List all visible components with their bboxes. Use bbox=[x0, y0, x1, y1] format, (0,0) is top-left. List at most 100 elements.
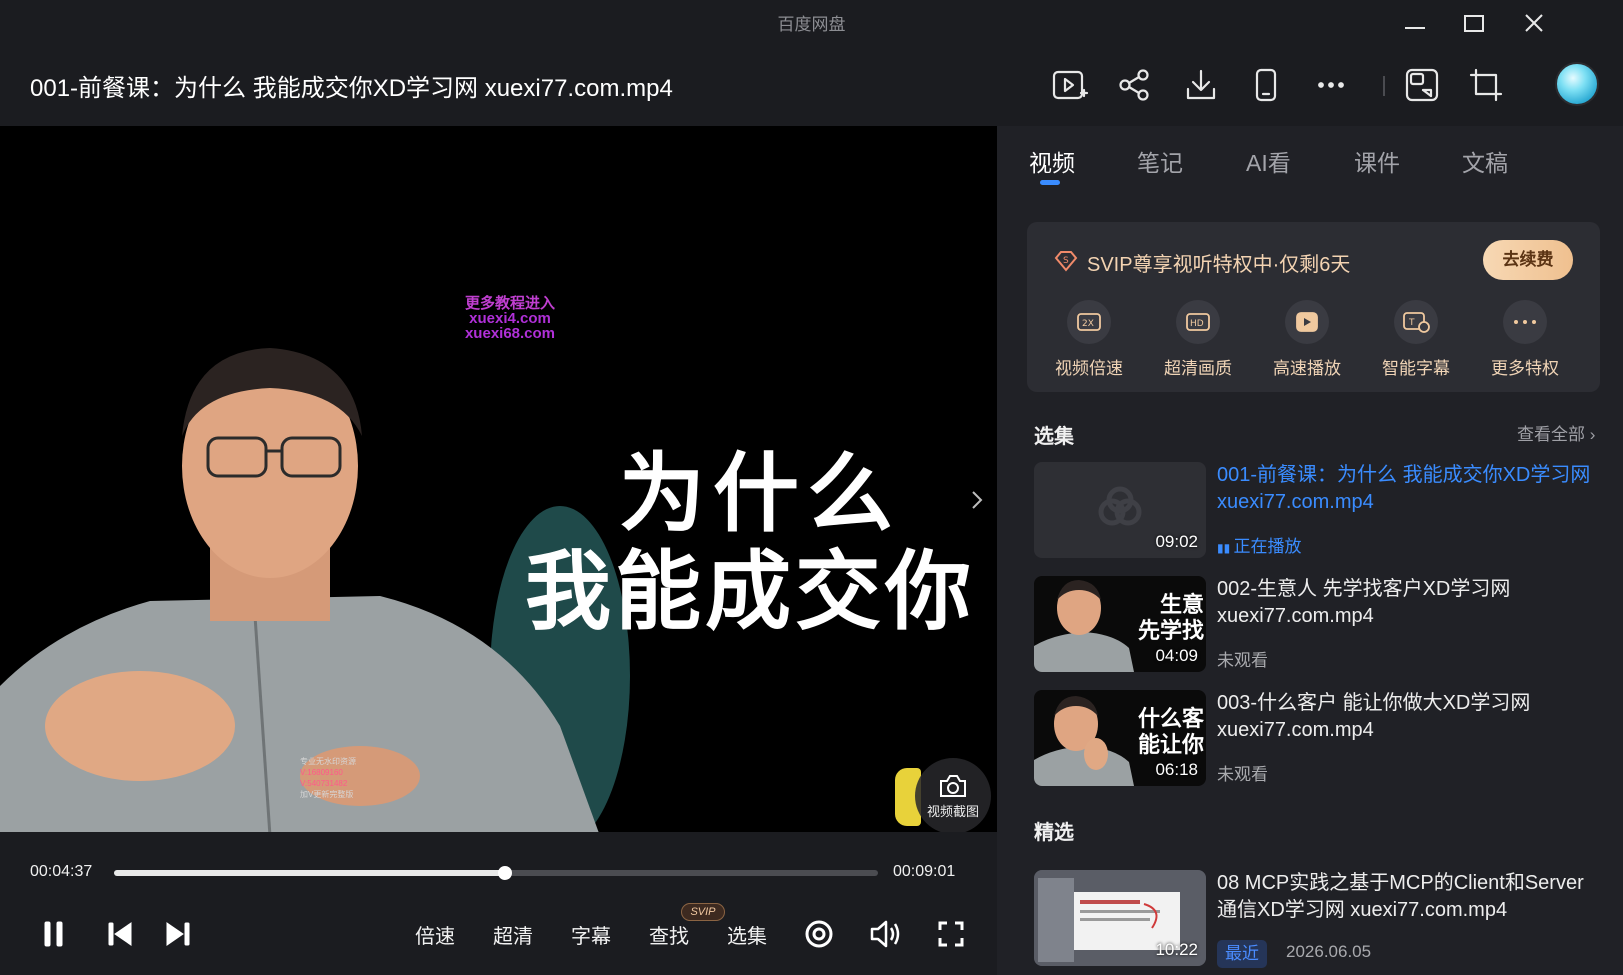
progress-handle[interactable] bbox=[498, 866, 513, 880]
featured-section-title: 精选 bbox=[1034, 822, 1074, 844]
progress-fill bbox=[114, 870, 506, 876]
next-button[interactable] bbox=[158, 914, 198, 954]
small-watermark-line: 专业无水印资源 bbox=[300, 757, 356, 766]
watermark-line: 更多教程进入 bbox=[464, 295, 555, 312]
close-button[interactable] bbox=[1512, 6, 1556, 40]
skip-previous-icon bbox=[108, 922, 132, 946]
speed-button[interactable]: 倍速 bbox=[415, 920, 455, 949]
episode-status: 未观看 bbox=[1217, 765, 1268, 784]
speed-2x-icon: 2X bbox=[1077, 313, 1101, 331]
svg-text:S: S bbox=[1063, 256, 1069, 266]
mini-window-button[interactable] bbox=[1463, 62, 1509, 108]
share-button[interactable] bbox=[1112, 62, 1158, 108]
pause-button[interactable] bbox=[34, 914, 74, 954]
perk-more[interactable]: 更多特权 bbox=[1469, 300, 1581, 379]
perk-hd[interactable]: HD 超清画质 bbox=[1142, 300, 1254, 379]
episode-status-label: 正在播放 bbox=[1233, 537, 1302, 556]
volume-button[interactable] bbox=[865, 914, 905, 954]
episode-thumbnail: 09:02 bbox=[1034, 462, 1206, 558]
episode-title: 002-生意人 先学找客户XD学习网 xuexi77.com.mp4 bbox=[1217, 578, 1511, 627]
tab-transcript[interactable]: 文稿 bbox=[1462, 144, 1508, 178]
perk-icon-wrap bbox=[1285, 300, 1329, 344]
view-all-link[interactable]: 查看全部 › bbox=[1517, 420, 1595, 445]
smart-subtitle-icon: T bbox=[1403, 312, 1430, 333]
total-time: 00:09:01 bbox=[893, 863, 956, 880]
perk-speed[interactable]: 2X 视频倍速 bbox=[1033, 300, 1145, 379]
episode-item[interactable]: 09:02 001-前餐课：为什么 我能成交你XD学习网 xuexi77.com… bbox=[1034, 462, 1609, 558]
small-watermark: 专业无水印资源 V:16809160 V:540731482 加V更新完整版 bbox=[300, 756, 356, 800]
video-frame[interactable]: 更多教程进入 xuexi4.com xuexi68.com 专业无水印资源 V:… bbox=[0, 126, 997, 832]
active-tab-indicator bbox=[1040, 180, 1060, 185]
app-name: 百度网盘 bbox=[777, 15, 846, 34]
subtitle-button[interactable]: 字幕 bbox=[571, 920, 611, 949]
episode-item[interactable]: 什么客 能让你 06:18 003-什么客户 能让你做大XD学习网 xuexi77… bbox=[1034, 690, 1609, 786]
svip-badge: SVIP bbox=[681, 903, 725, 921]
featured-date: 2026.06.05 bbox=[1286, 942, 1372, 961]
phone-play-button[interactable] bbox=[1243, 62, 1289, 108]
settings-button[interactable] bbox=[799, 914, 839, 954]
avatar[interactable] bbox=[1555, 62, 1599, 106]
download-button[interactable] bbox=[1178, 62, 1224, 108]
previous-button[interactable] bbox=[100, 914, 140, 954]
header-divider bbox=[1383, 76, 1385, 96]
close-icon bbox=[1525, 14, 1543, 32]
perk-icon-wrap: T bbox=[1394, 300, 1438, 344]
episode-duration: 09:02 bbox=[1155, 532, 1198, 551]
episode-item[interactable]: 生意 先学找 04:09 002-生意人 先学找客户XD学习网 xuexi77.c… bbox=[1034, 576, 1609, 672]
episode-duration: 04:09 bbox=[1155, 646, 1198, 665]
circle-settings-icon bbox=[805, 920, 833, 948]
tab-notes[interactable]: 笔记 bbox=[1137, 144, 1183, 178]
episode-status: 未观看 bbox=[1217, 651, 1268, 670]
perk-label: 视频倍速 bbox=[1055, 359, 1123, 378]
fast-play-icon bbox=[1296, 312, 1318, 332]
episode-title: 003-什么客户 能让你做大XD学习网 xuexi77.com.mp4 bbox=[1217, 692, 1531, 741]
fullscreen-button[interactable] bbox=[931, 914, 971, 954]
svip-diamond-icon: S bbox=[1054, 251, 1078, 272]
side-panel: 视频 笔记 AI看 课件 文稿 S SVIP尊享视听特权中·仅剩6天 去续费 2… bbox=[997, 126, 1623, 975]
perk-icon-wrap: 2X bbox=[1067, 300, 1111, 344]
screenshot-button[interactable]: 视频截图 bbox=[915, 758, 991, 832]
small-watermark-line: V:540731482 bbox=[300, 779, 348, 788]
pip-button[interactable] bbox=[1399, 62, 1445, 108]
expand-panel-arrow[interactable] bbox=[970, 488, 984, 517]
maximize-button[interactable] bbox=[1452, 6, 1496, 40]
thumbnail-caption: 生意 先学找 bbox=[1137, 592, 1204, 644]
search-button[interactable]: 查找 bbox=[649, 920, 689, 949]
video-watermark: 更多教程进入 xuexi4.com xuexi68.com bbox=[440, 296, 580, 341]
view-all-label: 查看全部 bbox=[1517, 425, 1585, 444]
featured-item[interactable]: 10:22 08 MCP实践之基于MCP的Client和Server通信XD学习… bbox=[1034, 870, 1609, 968]
episode-status: ▮▮ 正在播放 bbox=[1217, 532, 1302, 557]
perk-label: 智能字幕 bbox=[1382, 359, 1450, 378]
caption-line-1: 为什么 bbox=[619, 443, 901, 544]
progress-bar[interactable] bbox=[114, 866, 878, 880]
current-time: 00:04:37 bbox=[30, 863, 93, 880]
more-options-button[interactable] bbox=[1308, 62, 1354, 108]
episode-thumbnail: 生意 先学找 04:09 bbox=[1034, 576, 1206, 672]
svip-title: SVIP尊享视听特权中·仅剩6天 bbox=[1087, 254, 1351, 276]
volume-icon bbox=[870, 920, 900, 948]
tab-ai[interactable]: AI看 bbox=[1246, 144, 1291, 178]
episodes-section-title: 选集 bbox=[1034, 426, 1074, 448]
more-icon bbox=[1514, 320, 1536, 324]
tab-courseware[interactable]: 课件 bbox=[1354, 144, 1400, 178]
perk-subtitle[interactable]: T 智能字幕 bbox=[1360, 300, 1472, 379]
chevron-right-icon: › bbox=[1589, 425, 1596, 444]
perk-fast-play[interactable]: 高速播放 bbox=[1251, 300, 1363, 379]
camera-icon bbox=[940, 774, 966, 797]
tab-video[interactable]: 视频 bbox=[1029, 144, 1075, 178]
perk-icon-wrap bbox=[1503, 300, 1547, 344]
maximize-icon bbox=[1464, 15, 1484, 32]
renew-button[interactable]: 去续费 bbox=[1483, 240, 1573, 280]
add-to-playlist-button[interactable] bbox=[1047, 62, 1093, 108]
quality-button[interactable]: 超清 bbox=[493, 920, 533, 949]
share-icon bbox=[1119, 69, 1149, 101]
fullscreen-icon bbox=[938, 921, 964, 947]
small-watermark-line: 加V更新完整版 bbox=[300, 790, 354, 799]
episode-duration: 06:18 bbox=[1155, 760, 1198, 779]
download-icon bbox=[1186, 69, 1216, 100]
minimize-button[interactable] bbox=[1393, 6, 1437, 40]
caption-line-2: 我能成交你 bbox=[525, 541, 975, 642]
episodes-button[interactable]: 选集 bbox=[727, 920, 767, 949]
player-controls: 00:04:37 00:09:01 倍速 超清 字幕 SVIP 查找 选集 bbox=[0, 832, 997, 975]
picture-in-picture-icon bbox=[1405, 68, 1439, 102]
